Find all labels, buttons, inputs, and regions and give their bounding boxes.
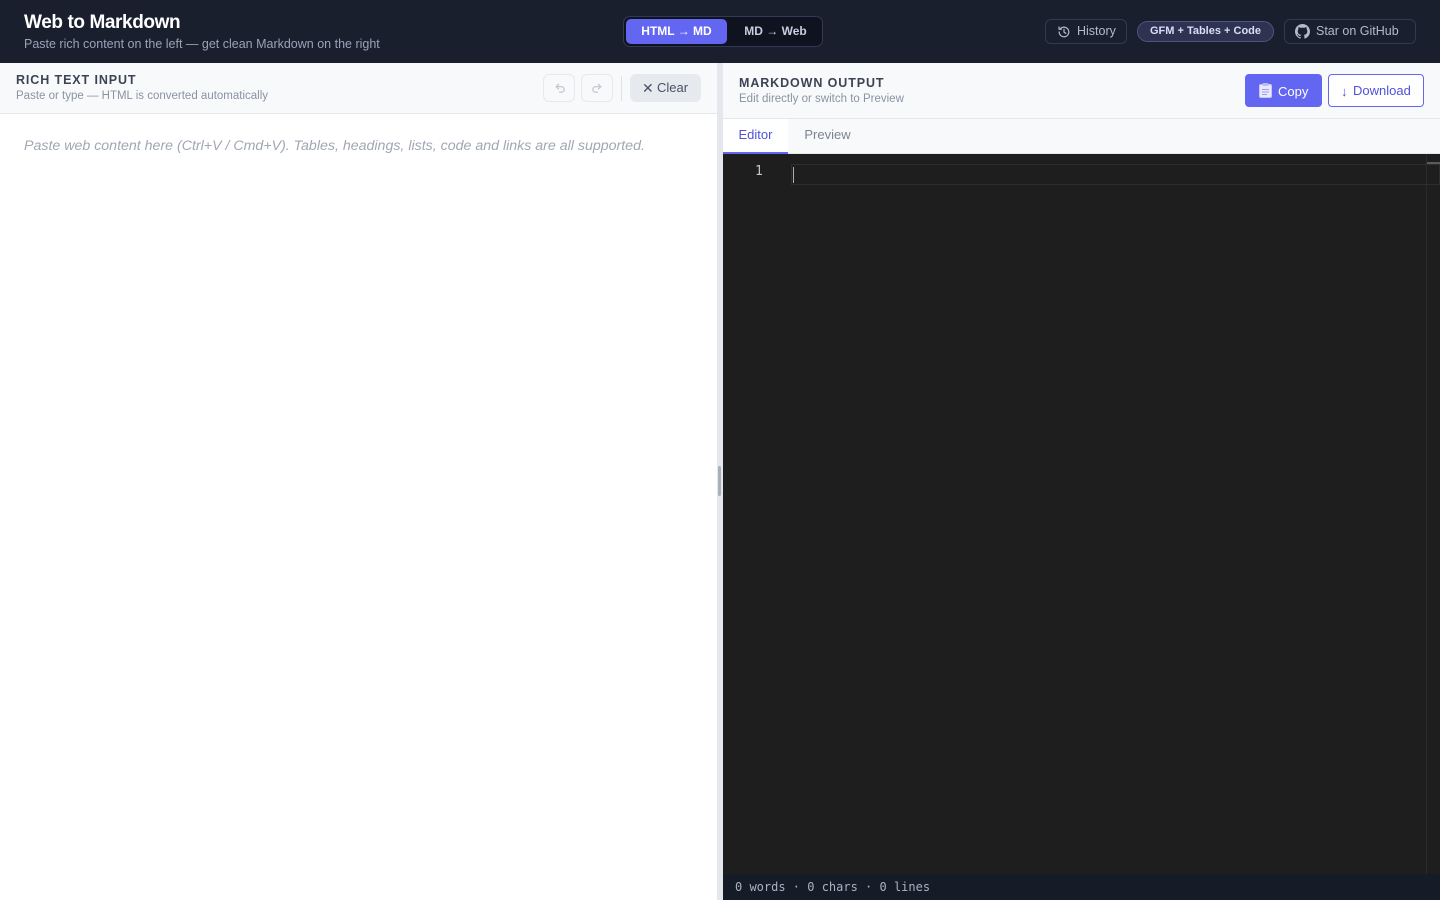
redo-button[interactable] xyxy=(581,74,613,102)
current-line-highlight xyxy=(791,164,1440,185)
resizer-grip xyxy=(718,466,721,496)
line-number: 1 xyxy=(755,164,763,179)
editor-scrollbar[interactable] xyxy=(1426,154,1427,874)
download-button[interactable]: ↓ Download xyxy=(1328,74,1424,107)
history-button[interactable]: History xyxy=(1045,19,1127,44)
github-icon xyxy=(1295,24,1310,39)
mode-md-to-web-button[interactable]: MD → Web xyxy=(729,19,822,44)
copy-label: Copy xyxy=(1278,84,1309,99)
output-pane-subtitle: Edit directly or switch to Preview xyxy=(739,93,904,105)
text-cursor xyxy=(793,167,794,183)
history-icon xyxy=(1058,26,1070,38)
download-arrow-icon: ↓ xyxy=(1341,84,1348,99)
rich-text-input[interactable]: Paste web content here (Ctrl+V / Cmd+V).… xyxy=(0,114,717,900)
undo-icon xyxy=(555,83,565,93)
input-placeholder: Paste web content here (Ctrl+V / Cmd+V).… xyxy=(24,138,645,154)
status-bar: 0 words · 0 chars · 0 lines xyxy=(723,874,1440,900)
history-label: History xyxy=(1077,24,1116,38)
toolbar-divider xyxy=(621,76,622,101)
tab-editor[interactable]: Editor xyxy=(723,119,788,154)
mode-toggle: HTML → MD MD → Web xyxy=(623,16,823,47)
close-icon: ✕ xyxy=(642,80,654,96)
github-label: Star on GitHub xyxy=(1316,24,1399,38)
copy-button[interactable]: Copy xyxy=(1245,74,1322,107)
scrollbar-marker xyxy=(1427,162,1440,164)
app-header: Web to Markdown Paste rich content on th… xyxy=(0,0,1440,63)
gfm-badge: GFM + Tables + Code xyxy=(1137,21,1274,42)
markdown-editor[interactable]: 1 xyxy=(723,154,1440,874)
redo-icon xyxy=(592,83,602,93)
output-tabs: Editor Preview xyxy=(723,119,1440,154)
clipboard-icon xyxy=(1259,83,1272,98)
input-pane-title: RICH TEXT INPUT xyxy=(16,73,137,87)
tab-preview[interactable]: Preview xyxy=(788,119,867,154)
input-pane-subtitle: Paste or type — HTML is converted automa… xyxy=(16,90,269,102)
clear-button[interactable]: ✕ Clear xyxy=(630,74,701,102)
app-title: Web to Markdown xyxy=(24,12,181,33)
input-pane-header: RICH TEXT INPUT Paste or type — HTML is … xyxy=(0,63,717,114)
clear-label: Clear xyxy=(657,80,689,95)
github-star-button[interactable]: Star on GitHub xyxy=(1284,19,1416,44)
output-pane-title: MARKDOWN OUTPUT xyxy=(739,76,885,90)
output-pane-header: MARKDOWN OUTPUT Edit directly or switch … xyxy=(723,63,1440,119)
app-subtitle: Paste rich content on the left — get cle… xyxy=(24,37,380,51)
undo-button[interactable] xyxy=(543,74,575,102)
download-label: Download xyxy=(1353,83,1411,98)
mode-html-to-md-button[interactable]: HTML → MD xyxy=(626,19,727,44)
